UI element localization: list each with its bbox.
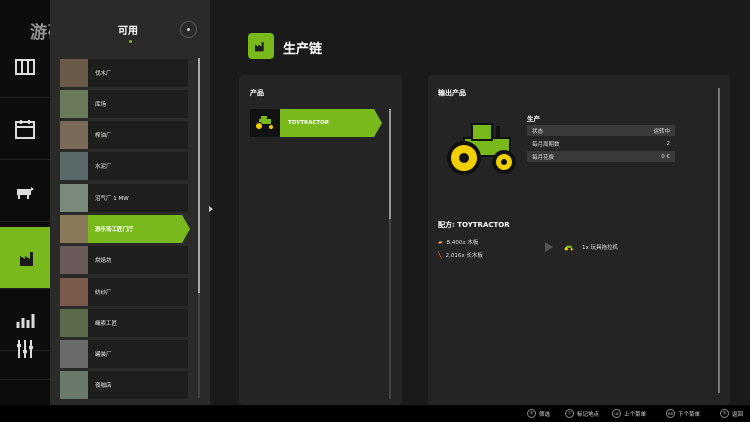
hint-label: 标记地点 (577, 411, 600, 418)
info-row-cycles: 每月周期数 2 (532, 140, 670, 148)
nav-map[interactable] (0, 36, 50, 98)
list-item-label: 水泥厂 (95, 164, 112, 170)
list-item[interactable]: 罐装厂 (60, 340, 188, 368)
scrollbar-thumb[interactable] (389, 109, 391, 219)
building-thumbnail (60, 184, 88, 212)
building-thumbnail (60, 121, 88, 149)
list-header: 可用 (118, 26, 138, 37)
hint-3[interactable]: RB 下个菜单 (666, 409, 700, 418)
nav-settings[interactable] (0, 318, 50, 380)
list-item-label: 伐木厂 (95, 71, 112, 77)
building-thumbnail (60, 309, 88, 337)
product-item-toytractor[interactable]: TOYTRACTOR (250, 109, 382, 137)
cow-icon (17, 186, 34, 199)
production-chain-icon (248, 33, 274, 59)
hint-label: 下个菜单 (678, 411, 701, 418)
factory-icon (20, 251, 33, 266)
building-thumbnail (60, 278, 88, 306)
scrollbar-thumb[interactable] (198, 58, 200, 293)
nav-calendar[interactable] (0, 98, 50, 160)
button-key-icon: Ⓨ (565, 409, 574, 418)
side-navigation (0, 0, 58, 405)
toy-tractor-thumb (250, 109, 280, 137)
list-item[interactable]: 伐木厂 (60, 59, 188, 87)
hint-0[interactable]: Ⓑ 筛选 (527, 409, 550, 418)
list-item[interactable]: 烘焙坊 (60, 246, 188, 274)
building-thumbnail (60, 246, 88, 274)
building-thumbnail (60, 90, 88, 118)
wood-plank-icon: ▰ (438, 238, 443, 246)
list-item-label: 库场 (95, 102, 107, 108)
hint-2[interactable]: LB 上个菜单 (612, 409, 646, 418)
output-panel-title: 输出产品 (438, 89, 466, 97)
info-row-status: 状态 运转中 (527, 125, 675, 136)
list-indicator-dot (129, 40, 132, 43)
building-thumbnail (60, 215, 88, 243)
list-item[interactable]: 游乐场工匠门厅 (60, 215, 190, 243)
products-scrollbar[interactable] (389, 109, 391, 399)
hint-label: 返回 (732, 411, 744, 418)
hint-label: 筛选 (539, 411, 551, 418)
list-item[interactable]: 水泥厂 (60, 152, 188, 180)
building-thumbnail (60, 371, 88, 399)
hint-4[interactable]: Ⓑ 返回 (720, 409, 743, 418)
list-item[interactable]: 绳索工匠 (60, 309, 188, 337)
button-key-icon: Ⓑ (527, 409, 536, 418)
arrow-right-icon (545, 242, 553, 252)
product-label: TOYTRACTOR (288, 120, 330, 126)
expand-arrow-icon[interactable] (209, 206, 213, 212)
sliders-icon (17, 339, 33, 358)
map-icon (15, 58, 35, 75)
list-item[interactable]: 夜咖店 (60, 371, 188, 399)
list-item-label: 纺纱厂 (95, 290, 112, 296)
list-item-label: 游乐场工匠门厅 (95, 227, 134, 233)
list-item[interactable]: 纺纱厂 (60, 278, 188, 306)
tractor-icon (564, 245, 573, 250)
list-scrollbar[interactable] (198, 58, 200, 398)
dot-icon (187, 28, 190, 31)
info-row-cost: 每月花费 0 € (527, 151, 675, 162)
recipe-title: 配方: TOYTRACTOR (438, 221, 510, 229)
list-item-label: 绳索工匠 (95, 321, 118, 327)
list-item[interactable]: 沼气厂 1 MW (60, 184, 188, 212)
ingredient-row: ╲ 2,016x 长木板 (438, 251, 483, 260)
hint-label: 上个菜单 (624, 411, 647, 418)
building-thumbnail (60, 340, 88, 368)
tractor-icon (255, 116, 274, 130)
button-key-icon: Ⓑ (720, 409, 729, 418)
production-heading: 生产 (527, 115, 540, 123)
products-panel-title: 产品 (250, 89, 264, 97)
recipe-output: 1x 玩具拖拉机 (564, 243, 618, 251)
output-scrollbar[interactable] (718, 88, 720, 393)
page-title: 生产链 (283, 42, 323, 57)
long-plank-icon: ╲ (438, 251, 442, 259)
hint-1[interactable]: Ⓨ 标记地点 (565, 409, 599, 418)
calendar-icon (15, 119, 35, 139)
list-item-label: 罐装厂 (95, 352, 112, 358)
button-key-icon: RB (666, 409, 675, 418)
building-thumbnail (60, 152, 88, 180)
list-item-label: 夜咖店 (95, 383, 112, 389)
scrollbar-thumb[interactable] (718, 88, 720, 393)
list-item[interactable]: 榨油厂 (60, 121, 188, 149)
nav-animals[interactable] (0, 160, 50, 222)
button-key-icon: LB (612, 409, 621, 418)
building-thumbnail (60, 59, 88, 87)
list-item-label: 烘焙坊 (95, 258, 112, 264)
list-item-label: 沼气厂 1 MW (95, 196, 129, 202)
close-button[interactable] (180, 21, 197, 38)
list-item-label: 榨油厂 (95, 133, 112, 139)
toy-tractor-image (447, 123, 516, 175)
list-item[interactable]: 库场 (60, 90, 188, 118)
ingredient-row: ▰ 8,400x 木板 (438, 238, 479, 247)
